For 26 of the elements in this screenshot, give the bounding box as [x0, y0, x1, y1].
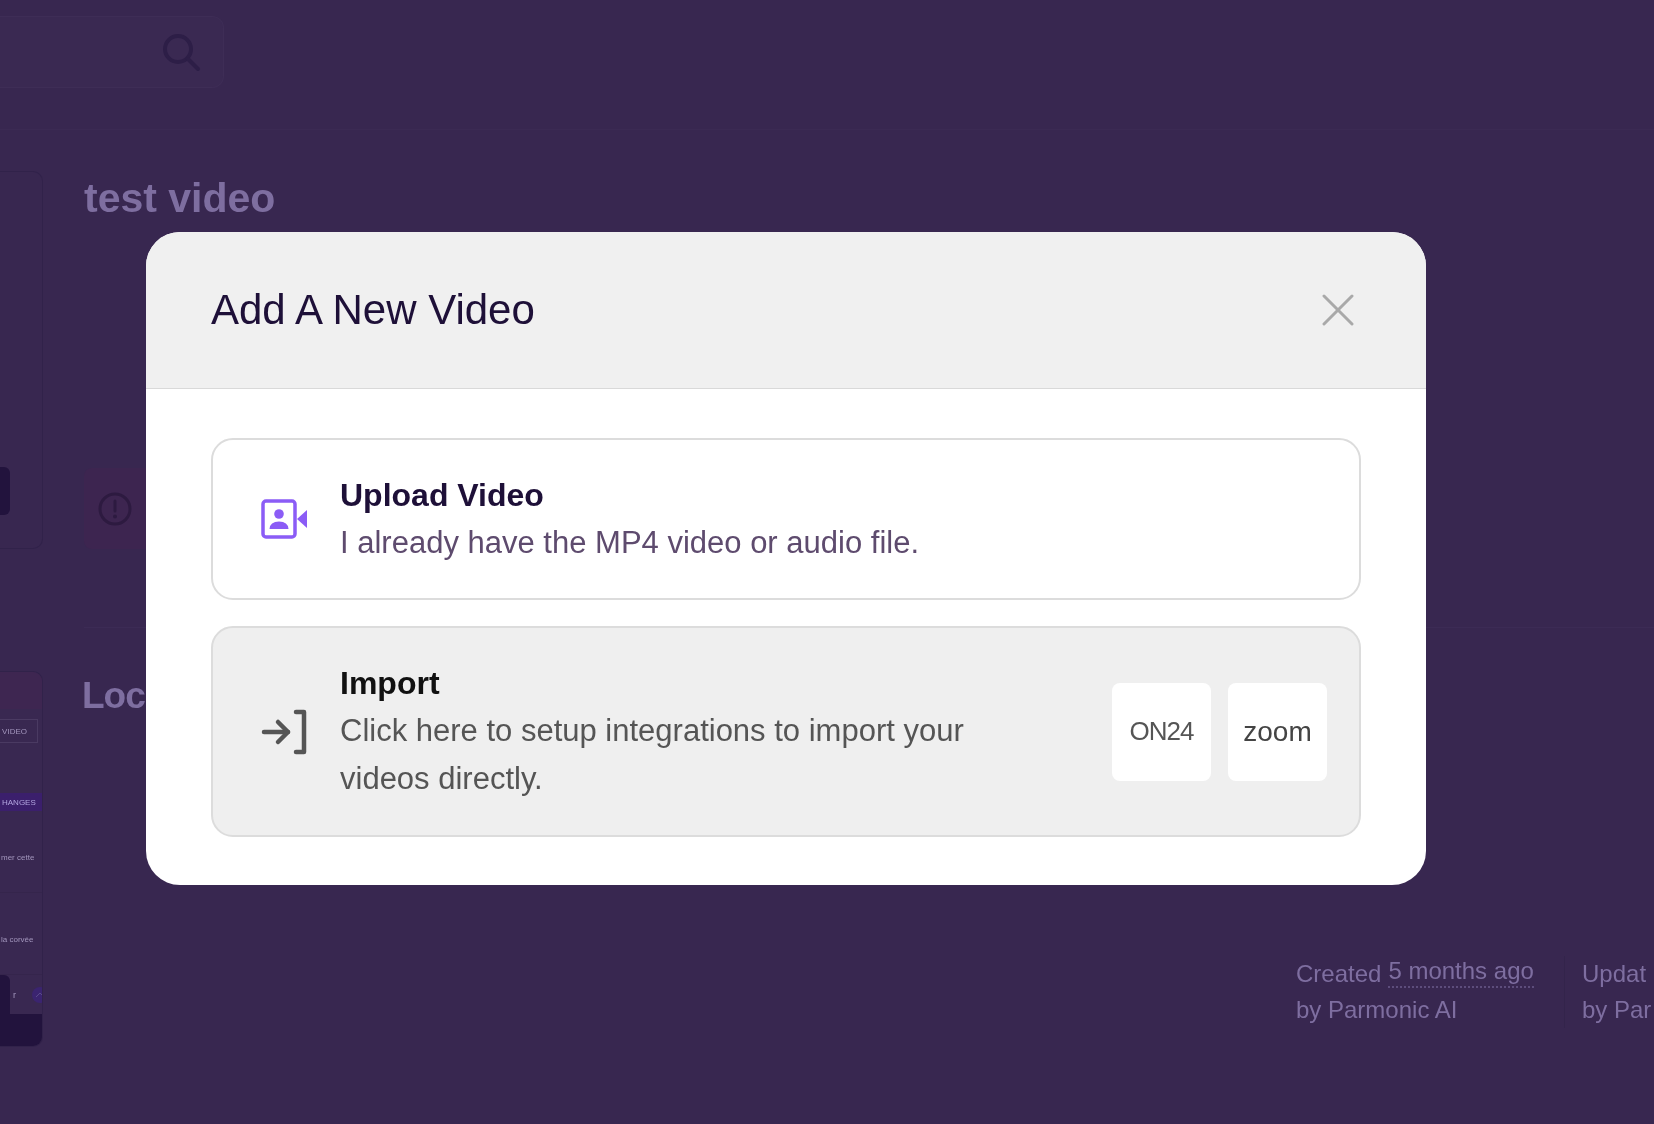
meta-author: by Parmonic AI — [1296, 995, 1458, 1025]
meta-label: Updat — [1582, 959, 1647, 989]
close-icon — [1322, 294, 1354, 326]
relative-time: 5 months ago — [1388, 956, 1534, 988]
option-description: I already have the MP4 video or audio file. — [340, 523, 919, 562]
meta-label: Created — [1296, 959, 1382, 989]
modal-title: Add A New Video — [211, 285, 535, 335]
option-description: Click here to setup integrations to import your videos directly. — [340, 712, 965, 798]
upload-option-card[interactable]: Upload Video I already have the MP4 video or audio file. — [211, 438, 1361, 600]
option-title: Upload Video — [340, 475, 544, 515]
section-heading: Loc — [82, 677, 145, 714]
action-button[interactable]: HANGES — [0, 793, 42, 811]
import-option-card[interactable]: Import Click here to setup integrations to import your videos directly. ON24 zoom — [211, 626, 1361, 837]
chevron-up-icon[interactable] — [32, 986, 42, 1003]
page-title: test video — [84, 178, 276, 219]
text-line: la corvée — [0, 935, 34, 944]
text-line: r — [12, 989, 16, 1000]
text-line: mer cette — [0, 853, 35, 862]
bottom-bar — [0, 1014, 42, 1046]
outlined-button[interactable]: VIDEO — [0, 719, 38, 743]
logo-tile: zoom — [1228, 682, 1327, 781]
meta-author: by Par — [1582, 995, 1652, 1025]
person-video-icon — [261, 499, 308, 539]
option-title: Import — [340, 664, 440, 703]
close-button[interactable] — [1322, 294, 1354, 326]
logo-tile: ON24 — [1112, 682, 1211, 781]
